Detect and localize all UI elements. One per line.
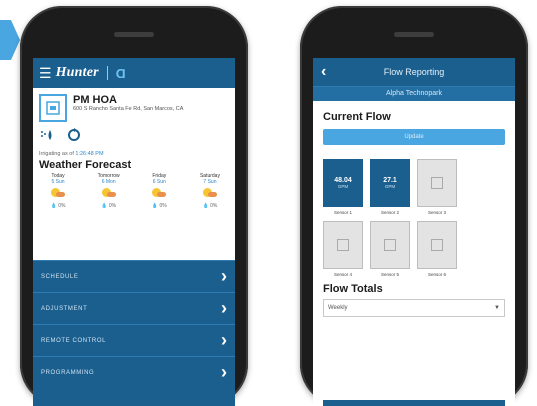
sensor-label: Sensor 2: [380, 210, 399, 215]
chevron-right-icon: ›: [221, 266, 227, 286]
forecast-temp: 6 Sun: [152, 179, 166, 185]
sensor-tiles: 48.04 GPM Sensor 1 27.1 GPM Sensor 2 Sen…: [313, 145, 515, 283]
rain-value: 0%: [159, 203, 167, 209]
irrigation-status: Irrigating as of 1:26:48 PM: [33, 149, 235, 157]
chevron-right-icon: ›: [221, 298, 227, 318]
site-controller-icon: [39, 94, 67, 122]
hunter-logo: Hunter: [55, 65, 99, 80]
main-menu: SCHEDULE › ADJUSTMENT › REMOTE CONTROL ›…: [33, 260, 235, 406]
sensor-tile-box: 27.1 GPM: [370, 159, 410, 207]
flow-totals-title: Flow Totals: [323, 283, 383, 295]
sensor-icon: [431, 239, 443, 251]
menu-item-label: ADJUSTMENT: [41, 305, 88, 312]
forecast-day: Tomorrow 6 Mon: [90, 173, 128, 197]
chevron-right-icon: ›: [221, 330, 227, 350]
forecast-day: Saturday 7 Sun: [191, 173, 229, 197]
sensor-tile-box: [323, 221, 363, 269]
chevron-right-icon: ›: [221, 362, 227, 382]
status-text: Irrigating as of: [39, 151, 74, 157]
rain-value: 0%: [58, 203, 66, 209]
sensor-tile-box: [417, 221, 457, 269]
sensor-tile[interactable]: Sensor 3: [415, 159, 459, 215]
sensor-tile-box: [417, 159, 457, 207]
partly-sunny-icon: [51, 187, 65, 197]
phone-right: ‹ Flow Reporting Alpha Technopark Curren…: [300, 6, 528, 406]
sensor-label: Sensor 6: [427, 272, 446, 277]
forecast-row: Today 5 Sun Tomorrow 6 Mon Friday 6 Sun …: [33, 173, 235, 197]
forecast-day: Friday 6 Sun: [140, 173, 178, 197]
menu-item-programming[interactable]: PROGRAMMING ›: [33, 356, 235, 388]
partly-sunny-icon: [202, 187, 217, 197]
app-header: ‹ Flow Reporting: [313, 58, 515, 86]
rain-chance: 💧 0%: [50, 203, 66, 209]
phone-left: ☰ Hunter Ɑ PM HOA 600 S Rancho Santa Fe …: [20, 6, 248, 406]
controller-icons: [33, 124, 235, 149]
sensor-label: Sensor 4: [333, 272, 352, 277]
decorative-arrow: [0, 20, 20, 60]
sensor-tile[interactable]: Sensor 5: [368, 221, 412, 277]
forecast-day: Today 5 Sun: [39, 173, 77, 197]
rain-chance: 💧 0%: [151, 203, 167, 209]
menu-item-label: PROGRAMMING: [41, 369, 95, 376]
sensor-label: Sensor 5: [380, 272, 399, 277]
flow-value: 27.1: [383, 177, 397, 184]
sensor-icon: [384, 239, 396, 251]
select-value: Weekly: [328, 305, 348, 311]
caret-down-icon: ▼: [494, 305, 500, 311]
header-divider: [106, 66, 108, 80]
sensor-icon: [337, 239, 349, 251]
sprinkler-icon[interactable]: [39, 129, 55, 144]
status-time-link[interactable]: 1:26:48 PM: [75, 151, 103, 157]
brand-mark-icon: Ɑ: [115, 65, 126, 81]
sensor-tile-box: [370, 221, 410, 269]
menu-item-label: SCHEDULE: [41, 273, 79, 280]
flow-unit: GPM: [337, 184, 349, 189]
rain-row: 💧 0% 💧 0% 💧 0% 💧 0%: [33, 197, 235, 209]
bottom-bar: [323, 400, 505, 406]
partly-sunny-icon: [101, 187, 116, 197]
rain-chance: 💧 0%: [202, 203, 218, 209]
hamburger-icon[interactable]: ☰: [39, 66, 52, 80]
site-address: 600 S Rancho Santa Fe Rd, San Marcos, CA: [73, 106, 184, 112]
weather-forecast-title: Weather Forecast: [39, 159, 132, 171]
sensor-label: Sensor 3: [427, 210, 446, 215]
partly-sunny-icon: [152, 187, 167, 197]
forecast-temp: 5 Sun: [51, 179, 65, 185]
flow-unit: GPM: [384, 184, 396, 189]
sensor-tile[interactable]: Sensor 4: [321, 221, 365, 277]
left-screen: ☰ Hunter Ɑ PM HOA 600 S Rancho Santa Fe …: [33, 58, 235, 406]
period-select[interactable]: Weekly ▼: [323, 299, 505, 317]
site-name: PM HOA: [73, 94, 117, 106]
menu-item-label: REMOTE CONTROL: [41, 337, 107, 344]
page-title: Flow Reporting: [383, 67, 445, 77]
sensor-tile[interactable]: 27.1 GPM Sensor 2: [368, 159, 412, 215]
rain-value: 0%: [108, 203, 117, 209]
rain-chance: 💧 0%: [101, 203, 117, 209]
forecast-temp: 7 Sun: [203, 179, 217, 185]
app-header: ☰ Hunter Ɑ: [33, 58, 235, 88]
sensor-icon: [431, 177, 443, 189]
rain-value: 0%: [210, 203, 218, 209]
phone-speaker: [114, 32, 154, 37]
current-flow-title: Current Flow: [323, 111, 391, 123]
sync-icon[interactable]: [67, 128, 81, 145]
sensor-tile[interactable]: 48.04 GPM Sensor 1: [321, 159, 365, 215]
right-screen: ‹ Flow Reporting Alpha Technopark Curren…: [313, 58, 515, 406]
sensor-tile-box: 48.04 GPM: [323, 159, 363, 207]
phone-speaker: [394, 32, 434, 37]
sensor-tile[interactable]: Sensor 6: [415, 221, 459, 277]
sensor-label: Sensor 1: [333, 210, 352, 215]
site-subtitle: Alpha Technopark: [313, 86, 515, 101]
menu-item-remote-control[interactable]: REMOTE CONTROL ›: [33, 324, 235, 356]
menu-item-adjustment[interactable]: ADJUSTMENT ›: [33, 292, 235, 324]
flow-value: 48.04: [334, 177, 352, 184]
menu-item-schedule[interactable]: SCHEDULE ›: [33, 260, 235, 292]
update-button[interactable]: Update: [323, 129, 505, 145]
forecast-temp: 6 Mon: [101, 179, 116, 185]
site-card[interactable]: PM HOA 600 S Rancho Santa Fe Rd, San Mar…: [33, 88, 235, 124]
